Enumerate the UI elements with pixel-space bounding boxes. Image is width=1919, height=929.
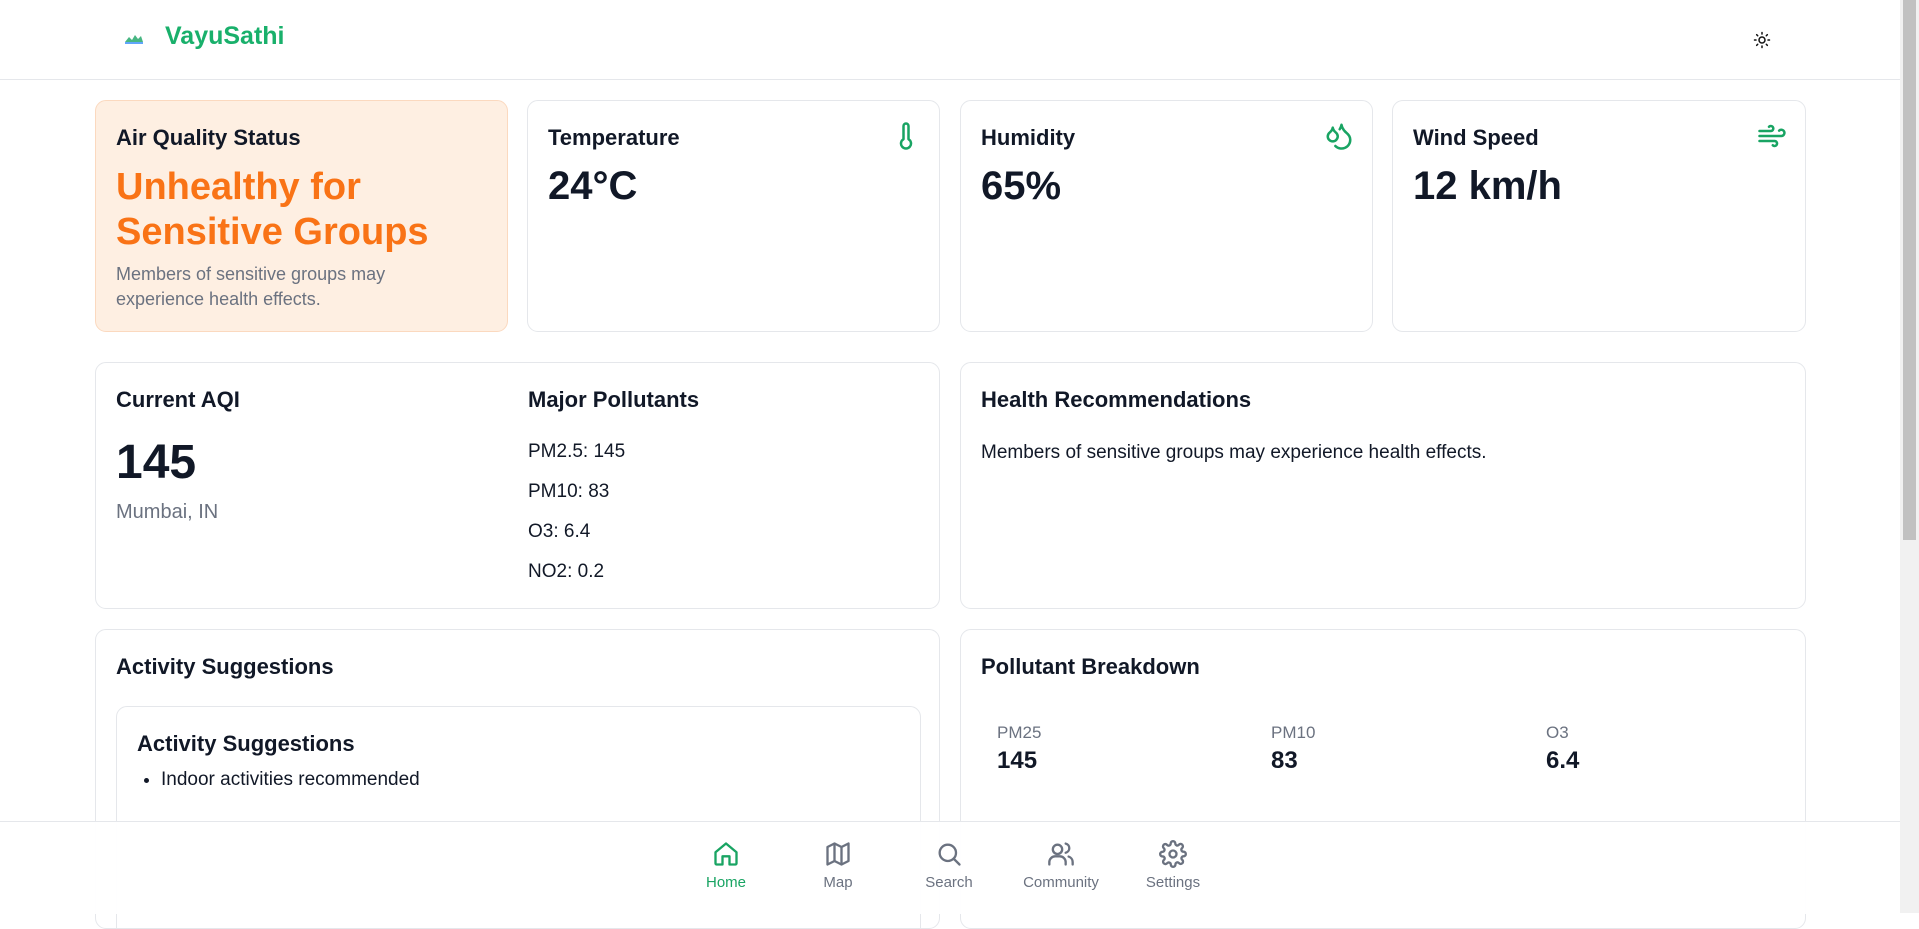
breakdown-value: 145 (997, 747, 1038, 774)
air-quality-description: Members of sensitive groups may experien… (116, 264, 386, 309)
pollutant-list: PM2.5: 145 PM10: 83 O3: 6.4 NO2: 0.2 (528, 441, 625, 601)
scrollbar-thumb[interactable] (1903, 0, 1916, 540)
major-pollutants-title: Major Pollutants (528, 387, 700, 412)
search-icon (938, 843, 961, 866)
nav-map-label: Map (823, 874, 853, 891)
activity-list: Indoor activities recommended (141, 769, 420, 791)
current-aqi-title: Current AQI (116, 387, 240, 412)
current-aqi-card: Current AQI 145 Mumbai, IN Major Polluta… (95, 362, 940, 609)
pollutant-item: PM2.5: 145 (528, 441, 626, 462)
nav-home-label: Home (705, 874, 746, 891)
air-quality-status-card: Air Quality Status Unhealthy for Sensiti… (95, 100, 508, 332)
sun-icon (1753, 31, 1771, 49)
temperature-card: Temperature 24°C (527, 100, 940, 332)
wind-speed-card: Wind Speed 12 km/h (1392, 100, 1806, 332)
breakdown-label: PM10 (1271, 723, 1316, 742)
wind-speed-value: 12 km/h (1413, 164, 1562, 208)
health-recommendations-card: Health Recommendations Members of sensit… (960, 362, 1806, 609)
activity-item: Indoor activities recommended (161, 769, 420, 791)
nav-search-label: Search (925, 874, 973, 891)
thermometer-icon (899, 122, 913, 150)
aqi-location: Mumbai, IN (116, 501, 219, 523)
humidity-label: Humidity (981, 125, 1076, 150)
droplets-icon (1326, 123, 1352, 150)
logo-icon (125, 35, 143, 44)
humidity-card: Humidity 65% (960, 100, 1373, 332)
theme-toggle-button[interactable] (1748, 26, 1776, 54)
breakdown-label: O3 (1546, 723, 1569, 742)
breakdown-value: 83 (1271, 747, 1298, 774)
air-quality-status: Unhealthy for Sensitive Groups (116, 166, 429, 253)
health-recommendation-text: Members of sensitive groups may experien… (981, 442, 1487, 463)
pollutant-item: PM10: 83 (528, 481, 610, 502)
nav-map[interactable]: Map (793, 840, 883, 891)
temperature-label: Temperature (548, 125, 680, 150)
pollutant-breakdown-title: Pollutant Breakdown (981, 654, 1200, 679)
wind-speed-label: Wind Speed (1413, 125, 1539, 150)
breakdown-item: PM25 145 (997, 723, 1041, 775)
home-icon (714, 842, 738, 866)
pollutant-item: NO2: 0.2 (528, 561, 605, 582)
activity-suggestions-inner-title: Activity Suggestions (137, 731, 355, 756)
nav-search[interactable]: Search (904, 840, 994, 891)
health-recommendations-title: Health Recommendations (981, 387, 1252, 412)
map-icon (826, 842, 850, 866)
nav-settings-label: Settings (1145, 874, 1201, 891)
app-brand[interactable]: VayuSathi (165, 22, 285, 51)
pollutant-item: O3: 6.4 (528, 521, 591, 542)
temperature-value: 24°C (548, 164, 638, 208)
air-quality-title: Air Quality Status (116, 125, 301, 150)
top-bar: VayuSathi (0, 0, 1900, 80)
breakdown-item: PM10 83 (1271, 723, 1315, 775)
users-icon (1048, 842, 1074, 866)
nav-settings[interactable]: Settings (1128, 840, 1218, 891)
breakdown-value: 6.4 (1546, 747, 1580, 774)
bottom-navigation: Home Map Search Community Settings (0, 821, 1900, 914)
settings-icon (1159, 840, 1187, 868)
nav-community[interactable]: Community (1016, 840, 1106, 891)
nav-community-label: Community (1023, 874, 1099, 891)
nav-home[interactable]: Home (681, 840, 771, 891)
wind-icon (1758, 124, 1786, 148)
breakdown-item: O3 6.4 (1546, 723, 1579, 775)
humidity-value: 65% (981, 164, 1062, 208)
breakdown-label: PM25 (997, 723, 1042, 742)
vertical-scrollbar[interactable] (1900, 0, 1919, 913)
activity-suggestions-title: Activity Suggestions (116, 654, 334, 679)
aqi-value: 145 (116, 436, 197, 489)
